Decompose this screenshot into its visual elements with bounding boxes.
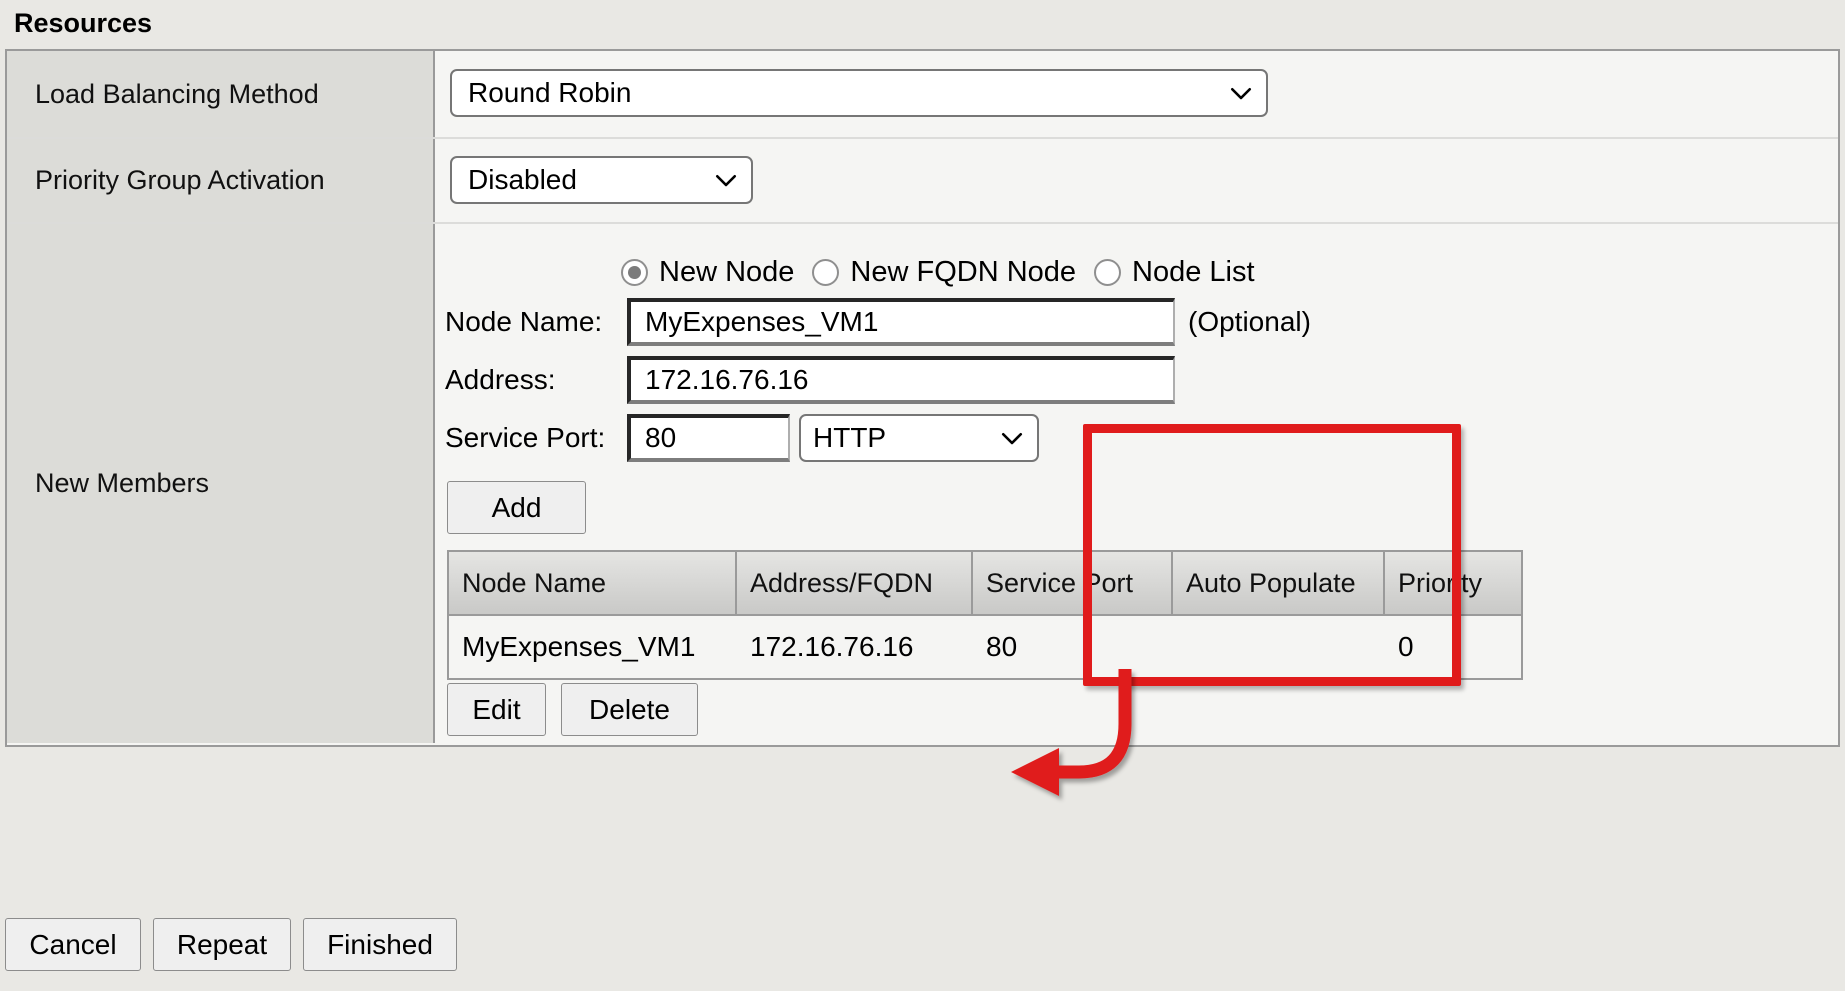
edit-button[interactable]: Edit [447, 683, 546, 736]
priority-group-activation-select-value: Disabled [468, 164, 577, 195]
radio-new-fqdn-node-label: New FQDN Node [850, 256, 1077, 288]
node-name-optional-hint: (Optional) [1188, 306, 1311, 337]
radio-new-fqdn-node-icon[interactable] [812, 259, 840, 286]
radio-node-list-label: Node List [1132, 256, 1255, 288]
table-row[interactable]: MyExpenses_VM1 172.16.76.16 80 0 [449, 616, 1521, 678]
new-members-editor: New Node New FQDN Node Node List Node Na… [435, 224, 1838, 796]
cell-priority: 0 [1385, 616, 1521, 678]
footer-actions: Cancel Repeat Finished [5, 918, 457, 971]
page-title: Resources [14, 8, 153, 38]
column-header-service-port: Service Port [973, 552, 1173, 616]
node-name-input-value: MyExpenses_VM1 [645, 306, 879, 337]
radio-new-node-icon[interactable] [621, 259, 648, 286]
row-priority-group-activation: Priority Group Activation Disabled [7, 137, 1838, 222]
repeat-button[interactable]: Repeat [153, 918, 291, 971]
service-port-input-value: 80 [645, 422, 677, 453]
radio-new-node-label: New Node [659, 256, 795, 288]
priority-group-activation-label: Priority Group Activation [7, 139, 435, 222]
add-button[interactable]: Add [447, 481, 586, 534]
row-load-balancing-method: Load Balancing Method Round Robin [7, 51, 1838, 137]
new-members-value-cell: New Node New FQDN Node Node List Node Na… [435, 224, 1838, 796]
service-protocol-select[interactable]: HTTP [799, 414, 1039, 462]
new-members-label: New Members [7, 224, 435, 743]
annotation-arrow-icon [1011, 669, 1132, 796]
chevron-down-icon [715, 174, 737, 187]
node-name-input[interactable]: MyExpenses_VM1 [627, 298, 1175, 346]
field-row-address: Address: 172.16.76.16 [445, 356, 1175, 404]
load-balancing-method-select-value: Round Robin [468, 77, 632, 108]
priority-group-activation-select[interactable]: Disabled [450, 156, 753, 204]
field-row-node-name: Node Name: MyExpenses_VM1 (Optional) [445, 298, 1311, 346]
column-header-address-fqdn: Address/FQDN [737, 552, 973, 616]
cell-address-fqdn: 172.16.76.16 [737, 616, 973, 678]
address-input-value: 172.16.76.16 [645, 364, 809, 395]
cell-node-name: MyExpenses_VM1 [449, 616, 737, 678]
column-header-node-name: Node Name [449, 552, 737, 616]
load-balancing-method-value-cell: Round Robin [435, 51, 1838, 137]
service-port-input[interactable]: 80 [627, 414, 790, 462]
address-label: Address: [445, 364, 556, 395]
address-input[interactable]: 172.16.76.16 [627, 356, 1175, 404]
cell-service-port: 80 [973, 616, 1173, 678]
priority-group-activation-value-cell: Disabled [435, 139, 1838, 222]
members-table-header: Node Name Address/FQDN Service Port Auto… [449, 552, 1521, 616]
column-header-priority: Priority [1385, 552, 1521, 616]
radio-option-new-fqdn-node[interactable]: New FQDN Node [812, 256, 1076, 289]
column-header-auto-populate: Auto Populate [1173, 552, 1385, 616]
field-row-service-port: Service Port: 80 HTTP [445, 414, 1039, 462]
members-table-actions: Edit Delete [447, 683, 698, 736]
node-type-radio-group: New Node New FQDN Node Node List [621, 256, 1255, 289]
radio-node-list-icon[interactable] [1094, 259, 1122, 286]
cancel-button[interactable]: Cancel [5, 918, 141, 971]
node-name-label: Node Name: [445, 306, 603, 337]
chevron-down-icon [1230, 87, 1252, 100]
resources-page: Resources Load Balancing Method Round Ro… [0, 0, 1845, 991]
chevron-down-icon [1001, 432, 1023, 445]
members-table: Node Name Address/FQDN Service Port Auto… [447, 550, 1523, 680]
resources-panel: Load Balancing Method Round Robin Priori… [5, 49, 1840, 796]
load-balancing-method-label: Load Balancing Method [7, 51, 435, 137]
service-protocol-select-value: HTTP [813, 422, 887, 453]
load-balancing-method-select[interactable]: Round Robin [450, 69, 1268, 117]
radio-option-new-node[interactable]: New Node [621, 256, 794, 289]
finished-button[interactable]: Finished [303, 918, 457, 971]
delete-button[interactable]: Delete [561, 683, 698, 736]
service-port-label: Service Port: [445, 422, 606, 453]
row-new-members: New Members New Node New FQDN Node Node … [7, 222, 1838, 796]
radio-option-node-list[interactable]: Node List [1094, 256, 1255, 289]
cell-auto-populate [1173, 616, 1385, 678]
